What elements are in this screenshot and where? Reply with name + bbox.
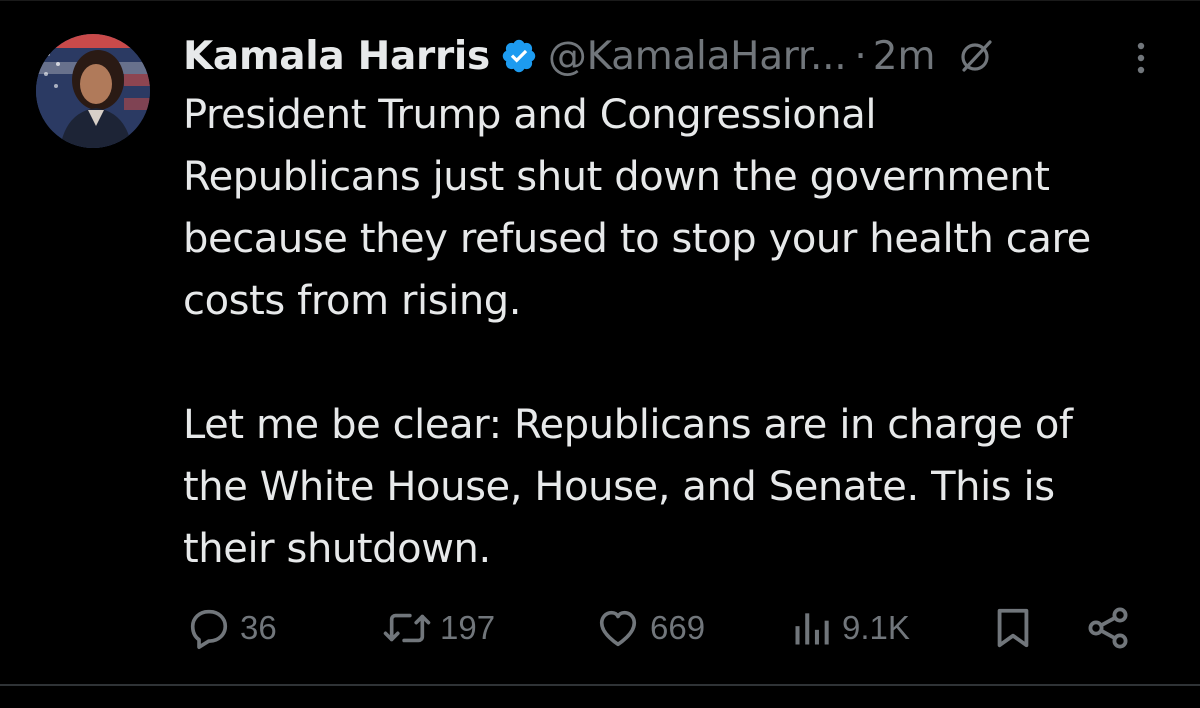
reply-count: 36 xyxy=(240,609,277,646)
reply-icon xyxy=(190,609,228,649)
tweet[interactable]: Kamala Harris @KamalaHarr... · 2m Presid… xyxy=(0,0,1200,708)
action-bar: 36 197 669 9.1K xyxy=(186,598,1146,658)
tweet-header: Kamala Harris @KamalaHarr... · 2m xyxy=(183,26,994,86)
tweet-timestamp[interactable]: 2m xyxy=(873,34,936,79)
share-icon xyxy=(1088,607,1128,649)
verified-badge-icon[interactable] xyxy=(500,37,538,75)
like-count: 669 xyxy=(650,609,706,646)
like-button[interactable]: 669 xyxy=(594,598,705,658)
grok-icon[interactable] xyxy=(958,38,994,74)
heart-icon xyxy=(599,610,637,647)
bookmark-button[interactable] xyxy=(990,598,1036,658)
text-line: their shutdown. xyxy=(183,526,491,572)
views-button[interactable]: 9.1K xyxy=(790,598,910,658)
text-line: the White House, House, and Senate. This… xyxy=(183,464,1055,510)
bottom-divider xyxy=(0,684,1200,686)
reply-button[interactable]: 36 xyxy=(186,598,277,658)
tweet-text: President Trump and Congressional Republ… xyxy=(183,84,1183,580)
more-dots-icon xyxy=(1137,42,1145,74)
header-separator: · xyxy=(854,33,867,79)
more-options-button[interactable] xyxy=(1126,38,1156,78)
views-count: 9.1K xyxy=(842,609,910,646)
top-divider xyxy=(0,0,1200,1)
author-handle[interactable]: @KamalaHarr... xyxy=(548,34,847,79)
repost-count: 197 xyxy=(440,609,496,646)
text-line: Let me be clear: Republicans are in char… xyxy=(183,402,1073,448)
avatar-image xyxy=(36,34,150,148)
avatar[interactable] xyxy=(36,34,150,148)
text-line: President Trump and Congressional xyxy=(183,92,877,138)
repost-icon xyxy=(383,613,431,643)
text-line: because they refused to stop your health… xyxy=(183,216,1091,262)
text-line: Republicans just shut down the governmen… xyxy=(183,154,1050,200)
repost-button[interactable]: 197 xyxy=(382,598,495,658)
share-button[interactable] xyxy=(1084,598,1132,658)
author-display-name[interactable]: Kamala Harris xyxy=(183,34,490,79)
bookmark-icon xyxy=(997,608,1029,648)
text-line: costs from rising. xyxy=(183,278,522,324)
views-chart-icon xyxy=(795,613,829,645)
